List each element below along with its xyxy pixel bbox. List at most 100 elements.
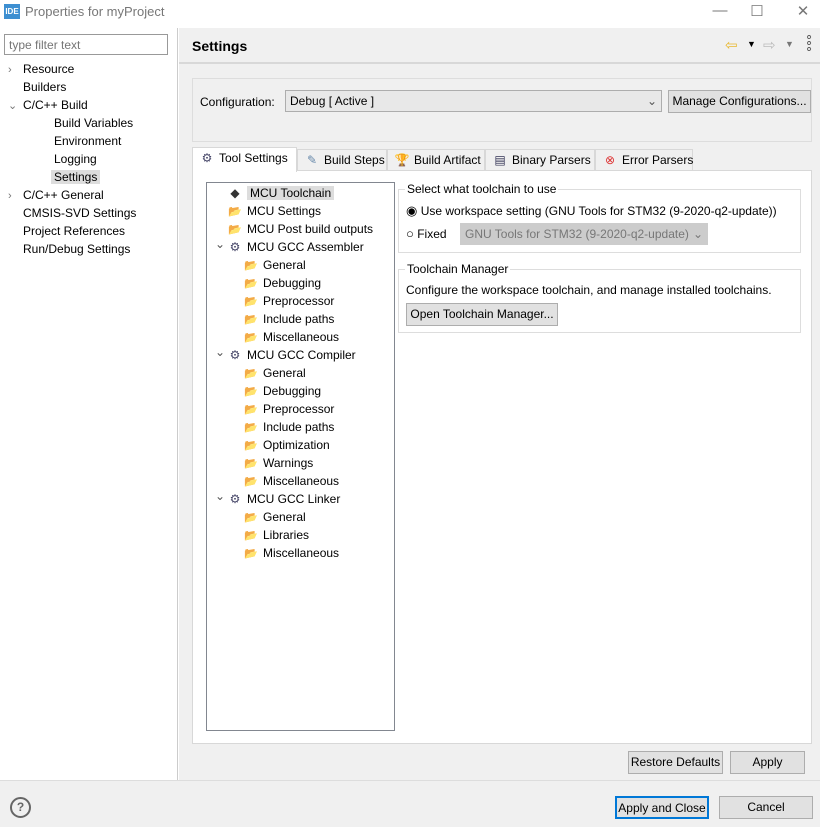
configuration-select[interactable]: Debug [ Active ] ⌄ [285, 90, 662, 112]
chevron-icon[interactable]: ⌄ [8, 97, 23, 115]
folder-icon: 📂 [244, 314, 258, 326]
forward-arrow-icon[interactable]: ⇨ [763, 36, 776, 54]
nav-item-label: Build Variables [54, 116, 134, 130]
nav-item-label: Settings [51, 170, 101, 184]
maximize-button[interactable]: ☐ [737, 2, 777, 20]
radio-checked-icon: ◉ [406, 203, 418, 218]
apply-and-close-button[interactable]: Apply and Close [615, 796, 709, 819]
tree-item-label: Debugging [263, 384, 322, 398]
chevron-down-icon: ⌄ [692, 227, 703, 241]
restore-defaults-button[interactable]: Restore Defaults [628, 751, 723, 774]
cancel-button[interactable]: Cancel [719, 796, 813, 819]
tree-item[interactable]: ⌄ ⚙ MCU GCC Linker [215, 489, 341, 508]
tree-item[interactable]: ⌄ ⚙ MCU GCC Compiler [215, 345, 356, 364]
page-title: Settings [192, 38, 248, 54]
tab-label: Tool Settings [219, 151, 288, 165]
toolchain-manager-group: Toolchain Manager Configure the workspac… [398, 262, 801, 333]
tab-icon: 🏆 [394, 153, 410, 167]
use-workspace-radio[interactable]: ◉ Use workspace setting (GNU Tools for S… [406, 203, 777, 219]
tree-item[interactable]: 📂 Preprocessor [243, 400, 334, 418]
folder-icon: 📂 [244, 332, 258, 344]
tree-item[interactable]: 📂 Debugging [243, 382, 321, 400]
folder-icon: 📂 [244, 530, 258, 542]
chevron-down-icon[interactable]: ⌄ [215, 235, 225, 253]
tree-item[interactable]: 📂 Include paths [243, 418, 334, 436]
ide-logo-icon: IDE [4, 4, 20, 19]
nav-item[interactable]: Logging [8, 150, 173, 168]
folder-icon: 📂 [244, 512, 258, 524]
tree-item-label: Miscellaneous [263, 546, 340, 560]
manage-configurations-button[interactable]: Manage Configurations... [668, 90, 811, 113]
tree-item[interactable]: 📂 Miscellaneous [243, 328, 339, 346]
tree-item-label: General [263, 510, 306, 524]
open-toolchain-manager-button[interactable]: Open Toolchain Manager... [406, 303, 558, 326]
minimize-button[interactable]: — [700, 2, 740, 19]
tree-item[interactable]: 📂 Preprocessor [243, 292, 334, 310]
tool-icon: ⚙ [229, 492, 241, 506]
radio-label: Fixed [417, 227, 447, 241]
tree-item[interactable]: 📂 General [243, 256, 306, 274]
tree-item[interactable]: 📂 Miscellaneous [243, 544, 339, 562]
tree-item-label: MCU GCC Linker [247, 492, 341, 506]
tool-icon: ⚙ [229, 240, 241, 254]
tab-tool-settings[interactable]: ⚙ Tool Settings [192, 147, 297, 172]
tree-item[interactable]: 📂 Miscellaneous [243, 472, 339, 490]
chevron-down-icon[interactable]: ⌄ [215, 487, 225, 505]
tool-icon: ⚙ [229, 348, 241, 362]
tree-item[interactable]: 📂 Debugging [243, 274, 321, 292]
fixed-toolchain-value: GNU Tools for STM32 (9-2020-q2-update) [465, 227, 689, 241]
filter-input[interactable] [4, 34, 168, 55]
nav-item-label: CMSIS-SVD Settings [23, 206, 137, 220]
tree-item[interactable]: ⌄ ⚙ MCU GCC Assembler [215, 237, 364, 256]
nav-item[interactable]: Environment [8, 132, 173, 150]
radio-label: Use workspace setting (GNU Tools for STM… [420, 204, 777, 218]
page-header: Settings ⇦ ▼ ⇨ ▼ ∘ ∘ ∘ [179, 28, 820, 64]
nav-item[interactable]: CMSIS-SVD Settings [8, 204, 173, 222]
apply-button[interactable]: Apply [730, 751, 805, 774]
help-icon[interactable]: ? [10, 797, 31, 818]
nav-item[interactable]: Settings [8, 168, 173, 186]
fixed-radio[interactable]: ○ Fixed [406, 226, 447, 241]
tab-binary-parsers[interactable]: ▤ Binary Parsers [485, 149, 595, 171]
tree-item[interactable]: ◆ MCU Toolchain [227, 184, 335, 202]
nav-item[interactable]: ⌄ C/C++ Build [8, 96, 173, 114]
tab-error-parsers[interactable]: ⊗ Error Parsers [595, 149, 693, 171]
tree-item[interactable]: 📂 General [243, 508, 306, 526]
fixed-toolchain-select[interactable]: GNU Tools for STM32 (9-2020-q2-update) ⌄ [460, 223, 708, 245]
close-button[interactable]: ✕ [783, 2, 820, 20]
folder-icon: 📂 [244, 386, 258, 398]
chevron-icon[interactable]: › [8, 61, 23, 79]
tree-item[interactable]: 📂 Libraries [243, 526, 309, 544]
tree-item[interactable]: 📂 MCU Post build outputs [227, 220, 373, 238]
tree-item[interactable]: 📂 Warnings [243, 454, 313, 472]
tree-item[interactable]: 📂 Include paths [243, 310, 334, 328]
nav-item[interactable]: Build Variables [8, 114, 173, 132]
nav-item[interactable]: Builders [8, 78, 173, 96]
back-arrow-icon[interactable]: ⇦ [725, 36, 738, 54]
folder-icon: 📂 [244, 404, 258, 416]
tab-build-steps[interactable]: ✎ Build Steps [297, 149, 387, 171]
chevron-icon[interactable]: › [8, 187, 23, 205]
tree-item-label: Include paths [263, 312, 335, 326]
nav-item[interactable]: Run/Debug Settings [8, 240, 173, 258]
nav-item[interactable]: › Resource [8, 60, 173, 78]
nav-item[interactable]: › C/C++ General [8, 186, 173, 204]
dialog-footer: ? Apply and Close Cancel [0, 780, 820, 827]
tree-item[interactable]: 📂 MCU Settings [227, 202, 321, 220]
chevron-down-icon[interactable]: ⌄ [215, 343, 225, 361]
tab-label: Build Steps [324, 153, 385, 167]
nav-item-label: C/C++ Build [23, 98, 88, 112]
back-dropdown-icon[interactable]: ▼ [747, 39, 756, 49]
nav-item[interactable]: Project References [8, 222, 173, 240]
tree-item-label: Optimization [263, 438, 330, 452]
tree-item-label: Miscellaneous [263, 330, 340, 344]
nav-item-label: Environment [54, 134, 122, 148]
tree-item[interactable]: 📂 Optimization [243, 436, 330, 454]
tool-settings-tree[interactable]: ◆ MCU Toolchain 📂 MCU Settings 📂 MCU Post bui… [206, 182, 395, 731]
tab-build-artifact[interactable]: 🏆 Build Artifact [387, 149, 485, 171]
view-menu-icon[interactable]: ∘ ∘ ∘ [805, 30, 813, 55]
configuration-panel: Configuration: Debug [ Active ] ⌄ Manage… [192, 78, 812, 142]
tree-item-label: General [263, 258, 306, 272]
forward-dropdown-icon[interactable]: ▼ [785, 39, 794, 49]
tree-item[interactable]: 📂 General [243, 364, 306, 382]
